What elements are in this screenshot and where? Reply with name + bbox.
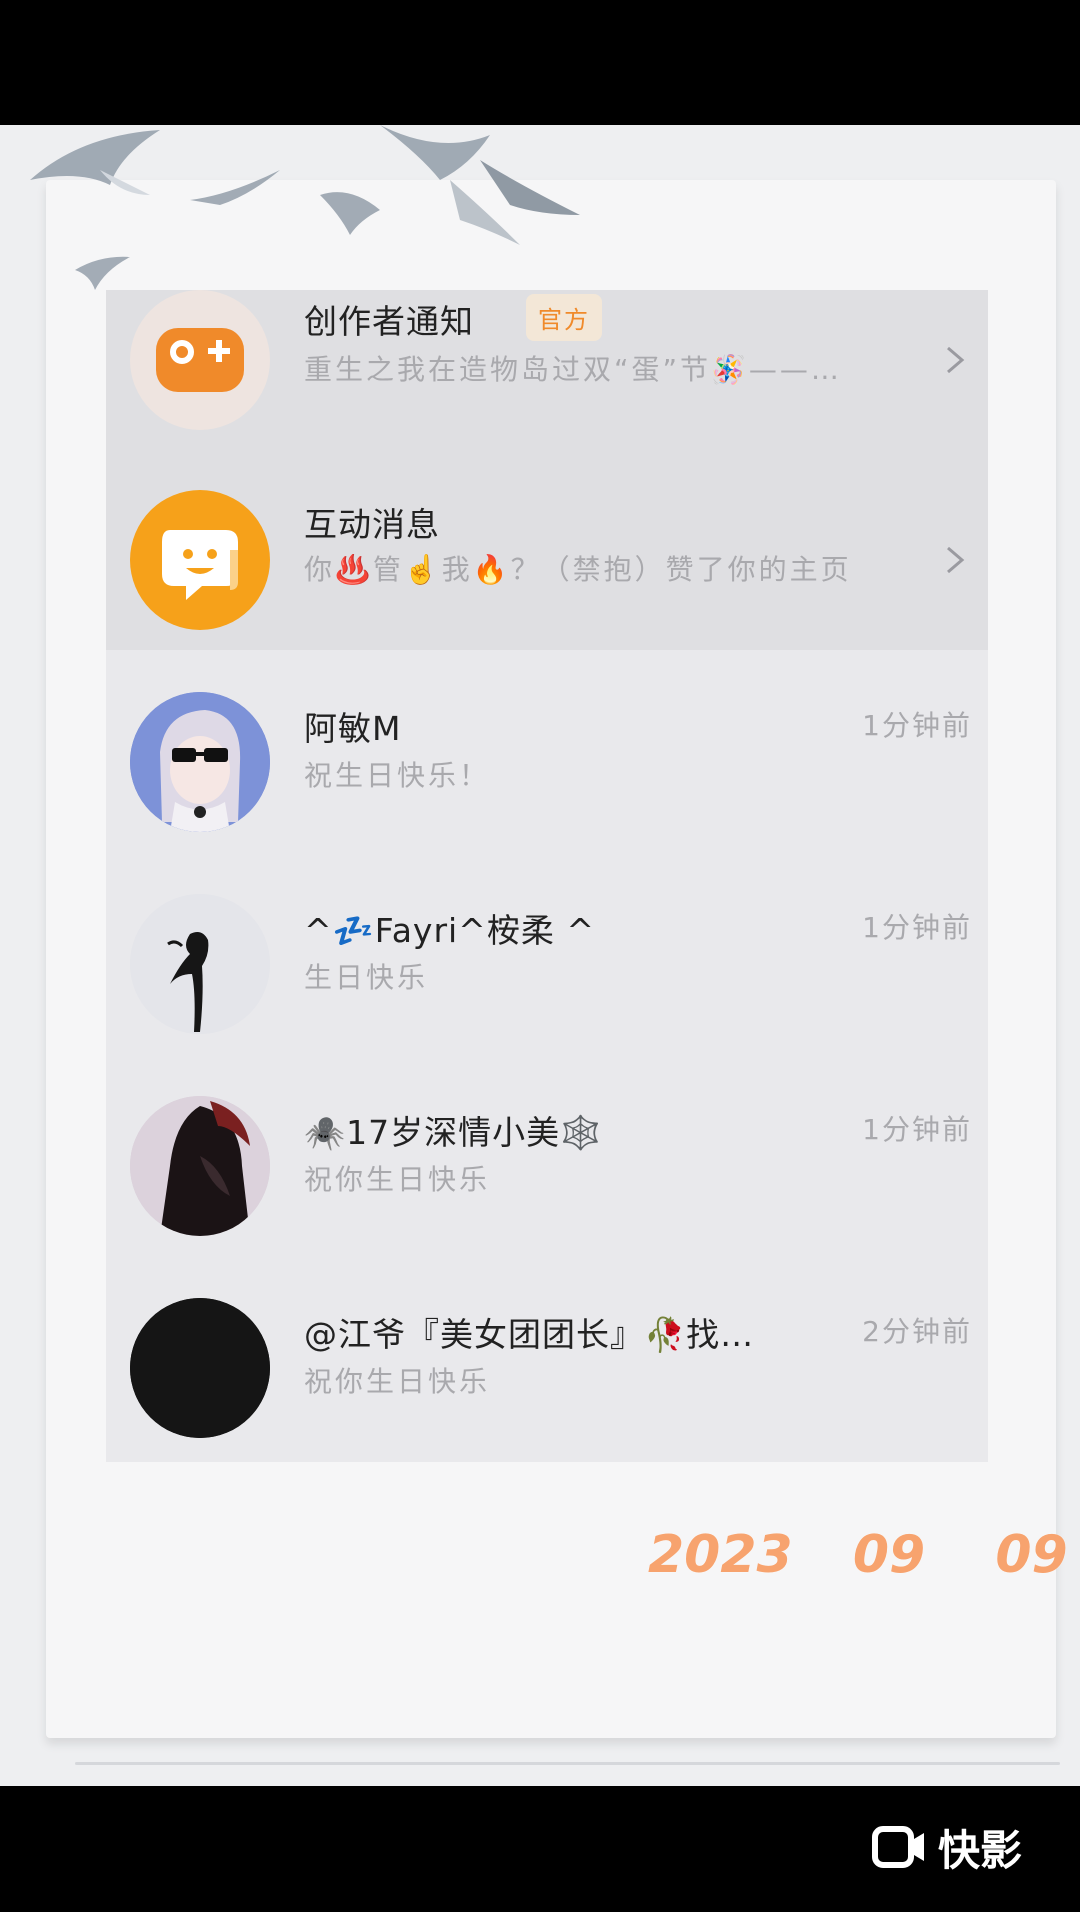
user-avatar	[130, 894, 270, 1034]
conversation-row[interactable]: 🕷️17岁深情小美🕸️ 祝你生日快乐 1分钟前	[106, 1066, 988, 1266]
user-avatar	[130, 1298, 270, 1438]
black-avatar	[130, 1298, 270, 1438]
conversation-name: ^💤Fayri^桉柔 ^	[304, 911, 595, 950]
message-time: 1分钟前	[862, 911, 972, 944]
conversation-preview: 祝你生日快乐	[304, 1163, 491, 1196]
message-time: 2分钟前	[862, 1315, 972, 1348]
date-month: 09	[852, 1525, 926, 1585]
conversation-name: 互动消息	[304, 505, 440, 544]
conversation-row[interactable]: 阿敏M 祝生日快乐！ 1分钟前	[106, 662, 988, 862]
user-avatar	[130, 692, 270, 832]
creator-notice-avatar	[130, 290, 270, 430]
chevron-right-icon	[947, 546, 965, 574]
conversation-preview: 生日快乐	[304, 961, 429, 994]
conversation-row[interactable]: ^💤Fayri^桉柔 ^ 生日快乐 1分钟前	[106, 864, 988, 1064]
interactions-avatar	[130, 490, 270, 630]
conversation-name: @江爷『美女团团长』🥀找…	[304, 1315, 755, 1354]
silhouette-avatar	[130, 894, 270, 1034]
frame-shadow-line	[75, 1762, 1060, 1765]
conversation-row-creator-notice[interactable]: 创作者通知 官方 重生之我在造物岛过双“蛋”节🪅——…	[106, 260, 988, 460]
user-avatar	[130, 1096, 270, 1236]
dark-figure-avatar	[130, 1096, 270, 1236]
date-day: 09	[995, 1525, 1068, 1585]
conversation-name: 创作者通知	[304, 302, 474, 341]
message-time: 1分钟前	[862, 709, 972, 742]
conversation-preview: 你♨️管☝️我🔥？（禁抱）赞了你的主页	[304, 553, 852, 586]
message-time: 1分钟前	[862, 1113, 972, 1146]
date-stamp: 2023 09 09	[648, 1525, 1068, 1585]
game-controller-icon	[156, 328, 244, 392]
date-year: 2023	[648, 1525, 793, 1585]
watermark-label: 快影	[938, 1825, 1023, 1875]
conversation-preview: 祝你生日快乐	[304, 1365, 491, 1398]
conversation-name: 阿敏M	[304, 709, 402, 748]
conversation-row-interactions[interactable]: 互动消息 你♨️管☝️我🔥？（禁抱）赞了你的主页	[106, 460, 988, 660]
chevron-right-icon	[947, 346, 965, 374]
top-letterbox	[0, 0, 1080, 125]
conversation-preview: 祝生日快乐！	[304, 759, 491, 792]
anime-avatar	[130, 692, 270, 832]
conversation-name: 🕷️17岁深情小美🕸️	[304, 1113, 603, 1152]
kuaiying-logo-icon	[872, 1826, 924, 1868]
message-list-card: 创作者通知 官方 重生之我在造物岛过双“蛋”节🪅——… 互动消息 你♨️管☝️我…	[106, 290, 988, 1462]
kuaiying-watermark: 快影	[872, 1818, 1022, 1876]
conversation-row[interactable]: @江爷『美女团团长』🥀找… 祝你生日快乐 2分钟前	[106, 1268, 988, 1468]
photo-paper: 创作者通知 官方 重生之我在造物岛过双“蛋”节🪅——… 互动消息 你♨️管☝️我…	[0, 125, 1080, 1786]
chat-bubble-icon	[162, 530, 238, 600]
conversation-preview: 重生之我在造物岛过双“蛋”节🪅——…	[304, 353, 842, 386]
official-badge: 官方	[526, 294, 602, 341]
